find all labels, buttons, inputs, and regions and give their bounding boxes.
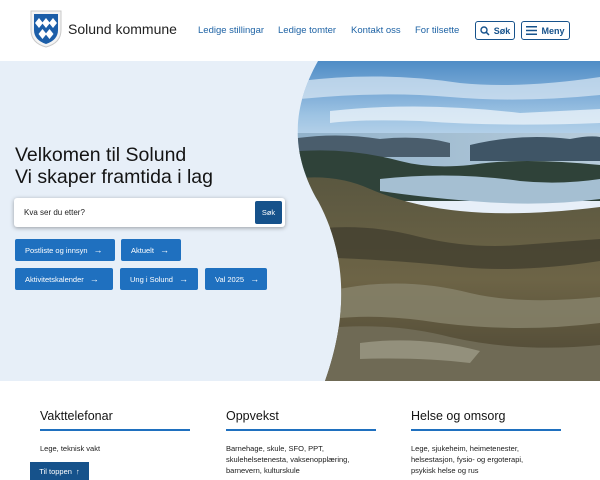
hamburger-menu-icon (526, 26, 538, 35)
quick-link-postliste[interactable]: Postliste og innsyn → (15, 239, 115, 261)
arrow-up-icon: ↑ (75, 466, 80, 476)
site-header: Solund kommune Ledige stillingar Ledige … (0, 0, 600, 61)
search-icon (480, 25, 490, 36)
section-title-helse-og-omsorg[interactable]: Helse og omsorg (411, 409, 506, 423)
section-line: psykisk helse og rus (411, 466, 479, 475)
section-line: Lege, sjukeheim, heimetenester, (411, 444, 519, 453)
arrow-right-icon: → (178, 273, 188, 284)
header-search-button[interactable]: Søk (475, 21, 515, 40)
arrow-right-icon: → (159, 244, 169, 255)
section-line: barnevern, kulturskule (226, 466, 300, 475)
hero-search-input[interactable] (14, 198, 249, 227)
section-line: helsestasjon, fysio- og ergoterapi, (411, 455, 524, 464)
section-divider (411, 429, 561, 431)
section-text-oppvekst: Barnehage, skule, SFO, PPT, skulehelsete… (226, 443, 349, 476)
quick-link-ung-i-solund[interactable]: Ung i Solund → (120, 268, 198, 290)
section-title-oppvekst[interactable]: Oppvekst (226, 409, 279, 423)
hero-title: Velkomen til Solund Vi skaper framtida i… (15, 144, 213, 188)
nav-link-ledige-stillingar[interactable]: Ledige stillingar (198, 25, 264, 36)
menu-button[interactable]: Meny (521, 21, 570, 40)
coat-of-arms-logo[interactable] (30, 10, 62, 48)
nav-link-kontakt-oss[interactable]: Kontakt oss (351, 25, 401, 36)
quick-link-label: Ung i Solund (130, 274, 173, 284)
quick-link-aktivitetskalender[interactable]: Aktivitetskalender → (15, 268, 113, 290)
hero-search-button[interactable]: Søk (255, 201, 282, 224)
quick-link-label: Aktuelt (131, 245, 154, 255)
hero-section: Velkomen til Solund Vi skaper framtida i… (0, 61, 600, 381)
quick-link-label: Aktivitetskalender (25, 274, 84, 284)
section-title-vakttelefonar[interactable]: Vakttelefonar (40, 409, 113, 423)
arrow-right-icon: → (89, 273, 99, 284)
nav-link-for-tilsette[interactable]: For tilsette (415, 25, 459, 36)
hero-search-box: Søk (14, 198, 285, 227)
quick-link-label: Postliste og innsyn (25, 245, 88, 255)
hero-title-line-2: Vi skaper framtida i lag (15, 166, 213, 188)
arrow-right-icon: → (250, 273, 260, 284)
arrow-right-icon: → (93, 244, 103, 255)
section-line: Barnehage, skule, SFO, PPT, (226, 444, 324, 453)
brand-name[interactable]: Solund kommune (68, 21, 177, 37)
section-line: skulehelsetenesta, vaksenopplæring, (226, 455, 350, 464)
section-line: Lege, teknisk vakt (40, 444, 101, 453)
back-to-top-button[interactable]: Til toppen ↑ (30, 462, 89, 480)
section-divider (226, 429, 376, 431)
quick-link-label: Val 2025 (215, 274, 245, 284)
quick-link-val-2025[interactable]: Val 2025 → (205, 268, 267, 290)
hero-title-line-1: Velkomen til Solund (15, 144, 187, 166)
section-divider (40, 429, 190, 431)
menu-label: Meny (541, 25, 565, 36)
nav-link-ledige-tomter[interactable]: Ledige tomter (278, 25, 336, 36)
section-text-vakttelefonar: Lege, teknisk vakt (40, 443, 100, 454)
back-to-top-label: Til toppen (39, 466, 72, 476)
header-search-label: Søk (493, 25, 511, 36)
quick-link-aktuelt[interactable]: Aktuelt → (121, 239, 181, 261)
page: Solund kommune Ledige stillingar Ledige … (0, 0, 600, 480)
section-text-helse-og-omsorg: Lege, sjukeheim, heimetenester, helsesta… (411, 443, 523, 476)
